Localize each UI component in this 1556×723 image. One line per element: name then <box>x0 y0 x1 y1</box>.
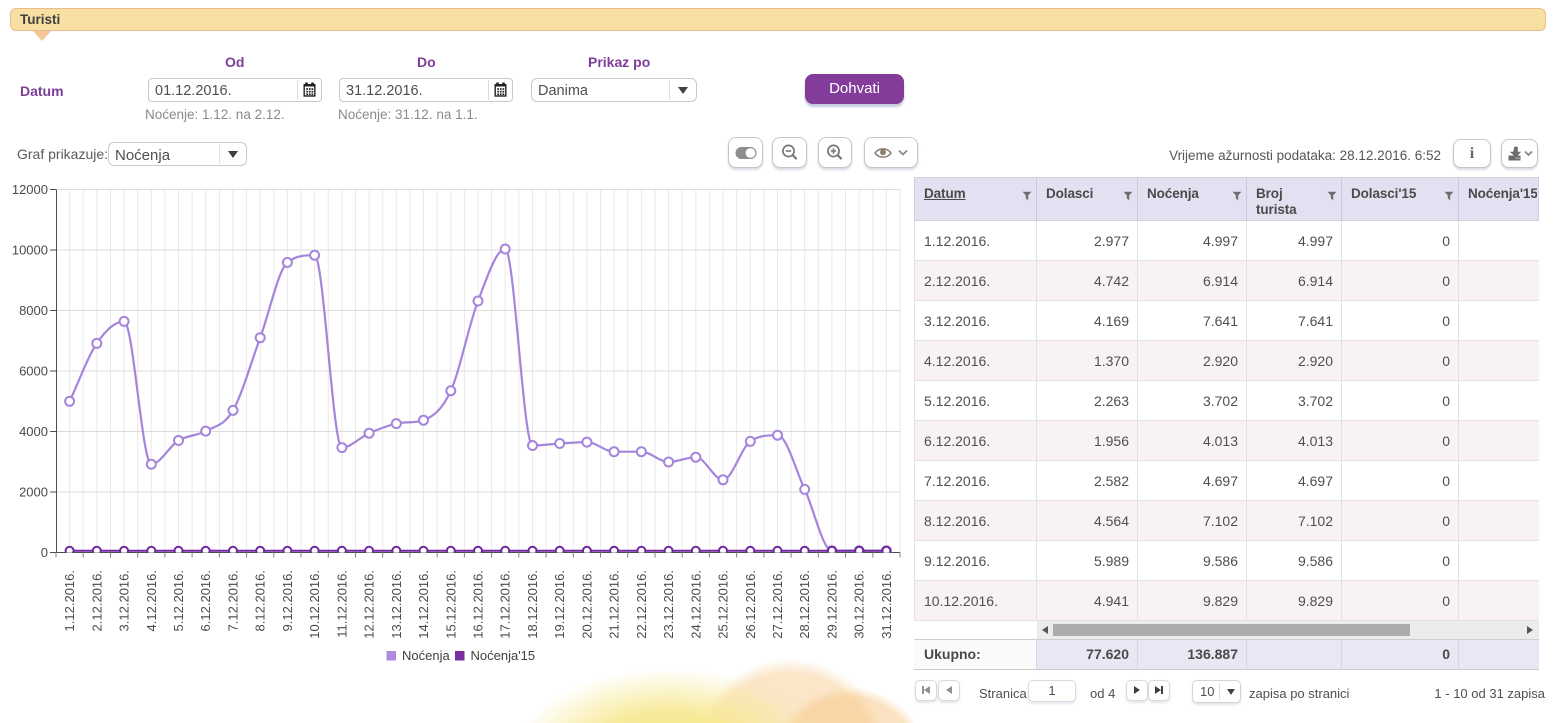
svg-text:26.12.2016.: 26.12.2016. <box>743 570 758 639</box>
svg-text:Noćenja: Noćenja <box>402 648 450 663</box>
svg-text:2.12.2016.: 2.12.2016. <box>89 570 104 631</box>
svg-text:5.12.2016.: 5.12.2016. <box>171 570 186 631</box>
svg-text:8000: 8000 <box>19 303 48 318</box>
svg-text:18.12.2016.: 18.12.2016. <box>525 570 540 639</box>
svg-text:10000: 10000 <box>12 243 48 258</box>
svg-text:21.12.2016.: 21.12.2016. <box>607 570 622 639</box>
svg-text:8.12.2016.: 8.12.2016. <box>253 570 268 631</box>
svg-text:15.12.2016.: 15.12.2016. <box>443 570 458 639</box>
svg-text:6.12.2016.: 6.12.2016. <box>198 570 213 631</box>
svg-text:6000: 6000 <box>19 364 48 379</box>
svg-text:31.12.2016.: 31.12.2016. <box>879 570 894 639</box>
svg-text:7.12.2016.: 7.12.2016. <box>226 570 241 631</box>
svg-text:19.12.2016.: 19.12.2016. <box>552 570 567 639</box>
svg-text:1.12.2016.: 1.12.2016. <box>62 570 77 631</box>
svg-text:25.12.2016.: 25.12.2016. <box>716 570 731 639</box>
svg-text:4000: 4000 <box>19 424 48 439</box>
svg-text:13.12.2016.: 13.12.2016. <box>389 570 404 639</box>
svg-text:9.12.2016.: 9.12.2016. <box>280 570 295 631</box>
svg-text:29.12.2016.: 29.12.2016. <box>824 570 839 639</box>
svg-text:23.12.2016.: 23.12.2016. <box>661 570 676 639</box>
svg-text:11.12.2016.: 11.12.2016. <box>334 570 349 638</box>
svg-text:24.12.2016.: 24.12.2016. <box>688 570 703 639</box>
svg-text:12.12.2016.: 12.12.2016. <box>362 570 377 639</box>
svg-text:20.12.2016.: 20.12.2016. <box>579 570 594 639</box>
svg-text:Noćenja'15: Noćenja'15 <box>471 648 536 663</box>
svg-text:0: 0 <box>41 545 48 560</box>
svg-text:12000: 12000 <box>12 182 48 197</box>
svg-text:14.12.2016.: 14.12.2016. <box>416 570 431 639</box>
svg-text:2000: 2000 <box>19 485 48 500</box>
svg-text:4.12.2016.: 4.12.2016. <box>144 570 159 631</box>
svg-text:22.12.2016.: 22.12.2016. <box>634 570 649 639</box>
svg-text:30.12.2016.: 30.12.2016. <box>852 570 867 639</box>
svg-text:27.12.2016.: 27.12.2016. <box>770 570 785 639</box>
svg-text:3.12.2016.: 3.12.2016. <box>117 570 132 631</box>
svg-text:16.12.2016.: 16.12.2016. <box>471 570 486 639</box>
svg-text:28.12.2016.: 28.12.2016. <box>797 570 812 639</box>
svg-text:10.12.2016.: 10.12.2016. <box>307 570 322 639</box>
svg-text:17.12.2016.: 17.12.2016. <box>498 570 513 639</box>
